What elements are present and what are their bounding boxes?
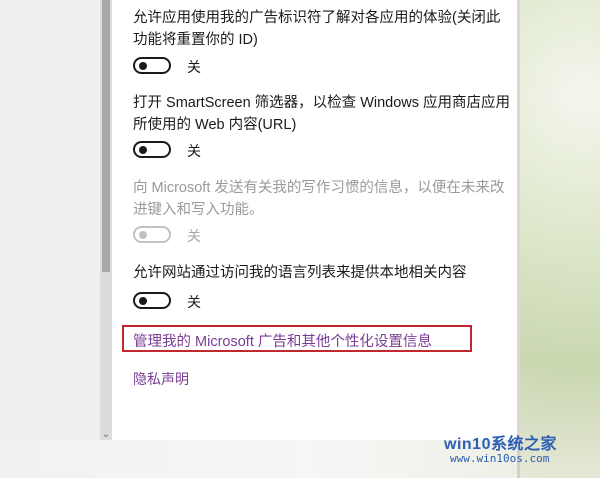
toggle-knob xyxy=(139,61,147,70)
window-border xyxy=(517,0,520,478)
advertising-id-toggle[interactable] xyxy=(133,57,171,74)
desktop-wallpaper xyxy=(520,0,600,478)
writing-habits-toggle xyxy=(133,226,171,243)
toggle-knob xyxy=(139,230,147,239)
setting-writing-habits-description: 向 Microsoft 发送有关我的写作习惯的信息，以便在未来改进键入和写入功能… xyxy=(133,180,505,218)
advertising-id-toggle-state: 关 xyxy=(187,59,201,75)
watermark-url: www.win10os.com xyxy=(450,452,550,465)
writing-habits-toggle-state: 关 xyxy=(187,228,201,244)
scrollbar-thumb[interactable] xyxy=(102,0,110,272)
setting-smartscreen-description: 打开 SmartScreen 筛选器，以检查 Windows 应用商店应用所使用… xyxy=(133,95,511,133)
window-left-edge xyxy=(0,0,100,478)
smartscreen-toggle-state: 关 xyxy=(187,143,201,159)
setting-language-list-description: 允许网站通过访问我的语言列表来提供本地相关内容 xyxy=(133,265,467,281)
bottom-strip xyxy=(0,440,520,478)
toggle-knob xyxy=(139,145,147,154)
privacy-statement-link[interactable]: 隐私声明 xyxy=(133,369,189,389)
setting-advertising-id-description: 允许应用使用我的广告标识符了解对各应用的体验(关闭此功能将重置你的 ID) xyxy=(133,10,501,48)
smartscreen-toggle[interactable] xyxy=(133,141,171,158)
watermark-logo: win10系统之家 xyxy=(444,436,557,453)
manage-advertising-link[interactable]: 管理我的 Microsoft 广告和其他个性化设置信息 xyxy=(133,330,432,351)
toggle-knob xyxy=(139,296,147,305)
scroll-down-arrow-icon[interactable]: ⌄ xyxy=(100,430,112,440)
language-list-toggle[interactable] xyxy=(133,292,171,309)
language-list-toggle-state: 关 xyxy=(187,294,201,310)
watermark: win10系统之家 www.win10os.com xyxy=(444,428,594,472)
